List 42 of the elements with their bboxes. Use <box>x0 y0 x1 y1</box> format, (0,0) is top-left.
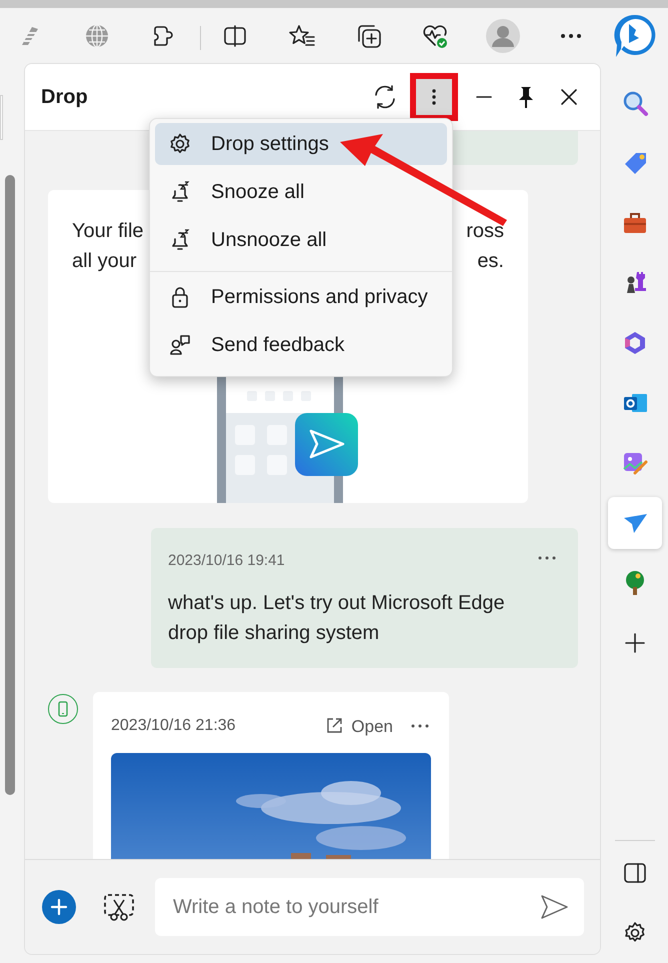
scrollbar[interactable] <box>5 175 15 795</box>
more-options-button[interactable] <box>416 79 452 115</box>
note-composer[interactable]: Write a note to yourself <box>155 878 584 936</box>
minimize-icon <box>475 95 493 99</box>
feedback-icon <box>169 334 191 356</box>
lock-icon <box>169 286 191 308</box>
message-text: what's up. Let's try out Microsoft Edge drop file sharing system <box>168 590 506 646</box>
scissors-icon <box>103 892 135 922</box>
snooze-icon <box>169 181 191 203</box>
menu-item[interactable]: Send feedback <box>155 324 447 366</box>
open-link[interactable]: Open <box>325 714 393 739</box>
add-button[interactable] <box>42 890 76 924</box>
card-text: ross <box>466 219 504 244</box>
menu-item[interactable]: Unsnooze all <box>155 219 447 261</box>
menu-item[interactable]: Snooze all <box>155 171 447 213</box>
settings-icon <box>169 133 191 155</box>
menu-item[interactable]: Permissions and privacy <box>155 276 447 318</box>
close-icon <box>559 87 579 107</box>
favorites-icon[interactable] <box>288 22 316 48</box>
more-icon[interactable] <box>559 32 583 40</box>
panel-title: Drop <box>41 85 89 110</box>
plus-icon <box>50 898 68 916</box>
globe-icon[interactable] <box>84 22 110 48</box>
panel-icon <box>622 862 646 884</box>
card-text: Your file <box>72 219 144 244</box>
send-icon <box>539 894 569 920</box>
more-icon[interactable] <box>538 556 556 560</box>
timestamp: 2023/10/16 19:41 <box>168 551 285 571</box>
screenshot-button[interactable] <box>103 891 135 923</box>
split-screen-icon[interactable] <box>222 22 248 48</box>
more-vertical-icon <box>431 88 437 106</box>
profile-avatar[interactable] <box>486 18 520 52</box>
snooze-icon <box>169 229 191 251</box>
more-icon[interactable] <box>411 724 429 728</box>
timestamp: 2023/10/16 21:36 <box>111 716 237 736</box>
chat-logo[interactable] <box>612 12 658 58</box>
card-text: es. <box>476 249 504 274</box>
external-link-icon <box>325 717 344 736</box>
pin-icon <box>517 85 535 109</box>
page-edge <box>0 95 3 140</box>
menu-item[interactable]: Drop settings <box>155 123 447 165</box>
card-text: all your <box>72 249 138 274</box>
